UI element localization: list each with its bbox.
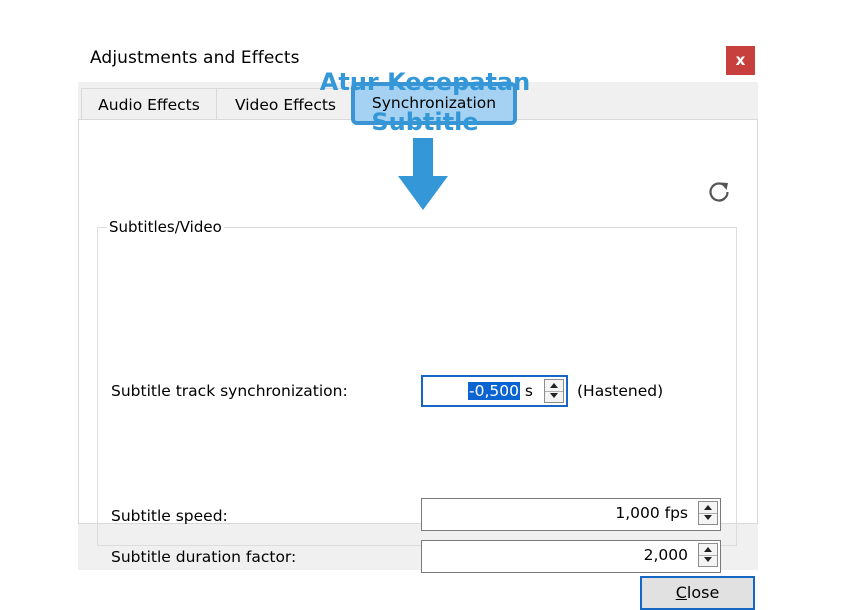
tab-audio-effects[interactable]: Audio Effects: [81, 88, 217, 119]
speed-stepper[interactable]: [698, 501, 718, 525]
track-sync-label: Subtitle track synchronization:: [111, 382, 348, 400]
track-sync-spinbox[interactable]: -0,500 s: [421, 375, 568, 407]
decrement-button[interactable]: [699, 513, 717, 524]
duration-value: 2,000: [643, 546, 688, 564]
window-close-button[interactable]: x: [726, 46, 755, 75]
close-label: lose: [686, 583, 720, 602]
duration-spinbox[interactable]: 2,000: [421, 540, 721, 573]
duration-label: Subtitle duration factor:: [111, 548, 297, 566]
close-mnemonic: C: [675, 583, 687, 602]
decrement-button[interactable]: [699, 555, 717, 566]
reset-icon[interactable]: [706, 179, 732, 205]
chevron-down-icon: [704, 515, 712, 520]
chevron-up-icon: [550, 383, 558, 388]
chevron-up-icon: [704, 505, 712, 510]
group-legend: Subtitles/Video: [107, 218, 224, 236]
chevron-down-icon: [550, 393, 558, 398]
track-sync-unit: s: [519, 382, 533, 400]
window-title: Adjustments and Effects: [90, 48, 300, 68]
decrement-button[interactable]: [545, 391, 563, 402]
down-arrow-icon: [398, 138, 448, 210]
chevron-down-icon: [704, 557, 712, 562]
track-sync-stepper[interactable]: [544, 379, 564, 403]
duration-stepper[interactable]: [698, 543, 718, 567]
close-button[interactable]: Close: [640, 576, 755, 610]
speed-label: Subtitle speed:: [111, 507, 228, 525]
annotation-line-1: Atur Kecepatan: [319, 68, 531, 96]
speed-spinbox[interactable]: 1,000 fps: [421, 498, 721, 531]
track-sync-status: (Hastened): [577, 382, 664, 400]
speed-value: 1,000 fps: [615, 504, 688, 522]
annotation-text: Atur Kecepatan Subtitle: [300, 62, 550, 142]
annotation-line-2: Subtitle: [371, 108, 479, 136]
chevron-up-icon: [704, 547, 712, 552]
track-sync-value: -0,500: [468, 382, 520, 400]
